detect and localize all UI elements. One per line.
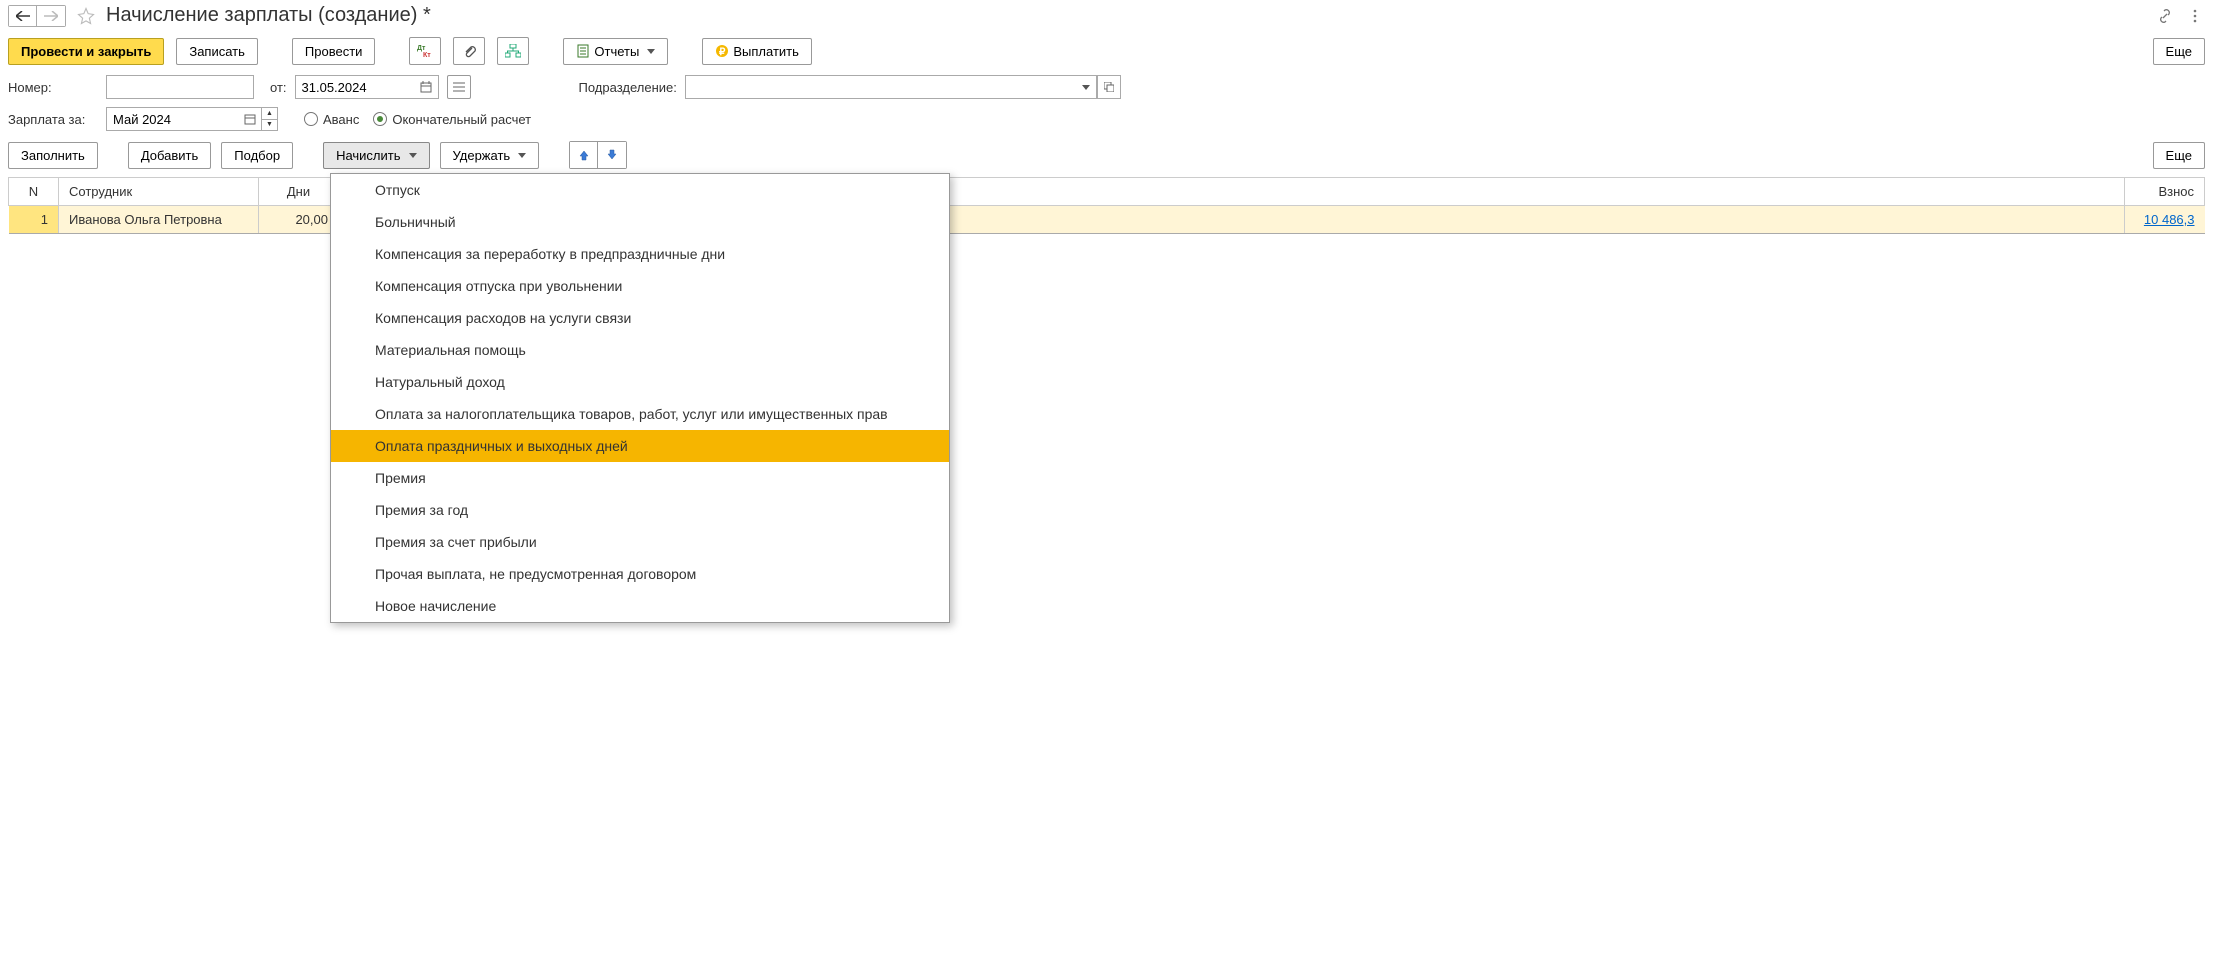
page-title: Начисление зарплаты (создание) *	[106, 4, 2149, 27]
calendar-icon-2[interactable]	[238, 107, 262, 131]
dropdown-item[interactable]: Оплата праздничных и выходных дней	[331, 430, 949, 462]
withhold-button[interactable]: Удержать	[440, 142, 540, 169]
calendar-icon[interactable]	[415, 75, 439, 99]
dropdown-item[interactable]: Прочая выплата, не предусмотренная догов…	[331, 558, 949, 590]
dropdown-item[interactable]: Компенсация отпуска при увольнении	[331, 270, 949, 302]
advance-radio[interactable]: Аванс	[304, 112, 359, 127]
period-input[interactable]	[106, 107, 238, 131]
forward-button[interactable]	[37, 6, 65, 26]
cell-days: 20,00	[259, 206, 339, 234]
salary-for-label: Зарплата за:	[8, 112, 98, 127]
link-icon[interactable]	[2155, 6, 2175, 26]
back-button[interactable]	[9, 6, 37, 26]
col-employee[interactable]: Сотрудник	[59, 178, 259, 206]
svg-text:Дт: Дт	[417, 45, 426, 52]
spinner-down-icon[interactable]: ▼	[262, 120, 277, 131]
fill-button[interactable]: Заполнить	[8, 142, 98, 169]
chevron-down-icon	[518, 153, 526, 158]
number-label: Номер:	[8, 80, 98, 95]
dropdown-item[interactable]: Новое начисление	[331, 590, 949, 622]
pay-button[interactable]: ₽ Выплатить	[702, 38, 812, 65]
accrue-button[interactable]: Начислить	[323, 142, 429, 169]
add-button[interactable]: Добавить	[128, 142, 211, 169]
col-n[interactable]: N	[9, 178, 59, 206]
save-button[interactable]: Записать	[176, 38, 258, 65]
move-buttons	[569, 141, 627, 169]
dtkt-icon[interactable]: ДтКт	[409, 37, 441, 65]
chevron-down-icon	[409, 153, 417, 158]
more-button-1[interactable]: Еще	[2153, 38, 2205, 65]
dropdown-item[interactable]: Премия	[331, 462, 949, 494]
reports-label: Отчеты	[594, 44, 639, 59]
open-icon[interactable]	[1097, 75, 1121, 99]
department-input[interactable]	[685, 75, 1073, 99]
from-label: от:	[270, 80, 287, 95]
period-spinner[interactable]: ▲ ▼	[262, 107, 278, 131]
radio-checked-icon	[373, 112, 387, 126]
spinner-up-icon[interactable]: ▲	[262, 108, 277, 120]
advance-label: Аванс	[323, 112, 359, 127]
col-contrib[interactable]: Взнос	[2125, 178, 2205, 206]
post-and-close-button[interactable]: Провести и закрыть	[8, 38, 164, 65]
attach-icon[interactable]	[453, 37, 485, 65]
dropdown-item[interactable]: Натуральный доход	[331, 366, 949, 398]
date-input[interactable]	[295, 75, 415, 99]
radio-icon	[304, 112, 318, 126]
dropdown-item[interactable]: Отпуск	[331, 174, 949, 206]
cell-employee: Иванова Ольга Петровна	[59, 206, 259, 234]
dropdown-item[interactable]: Материальная помощь	[331, 334, 949, 366]
dropdown-item[interactable]: Больничный	[331, 206, 949, 238]
number-input[interactable]	[106, 75, 254, 99]
nav-buttons	[8, 5, 66, 27]
dropdown-item[interactable]: Компенсация расходов на услуги связи	[331, 302, 949, 334]
ruble-icon: ₽	[715, 44, 729, 58]
final-radio[interactable]: Окончательный расчет	[373, 112, 531, 127]
favorite-icon[interactable]	[76, 6, 96, 26]
cell-n: 1	[9, 206, 59, 234]
structure-icon[interactable]	[497, 37, 529, 65]
more-vertical-icon[interactable]	[2185, 6, 2205, 26]
department-label: Подразделение:	[579, 80, 677, 95]
final-label: Окончательный расчет	[392, 112, 531, 127]
cell-contrib[interactable]: 10 486,3	[2125, 206, 2205, 234]
dropdown-item[interactable]: Премия за год	[331, 494, 949, 526]
accrue-dropdown: ОтпускБольничныйКомпенсация за переработ…	[330, 173, 950, 623]
move-up-button[interactable]	[570, 142, 598, 168]
move-down-button[interactable]	[598, 142, 626, 168]
svg-text:₽: ₽	[719, 47, 726, 58]
document-icon	[576, 44, 590, 58]
dropdown-item[interactable]: Компенсация за переработку в предпраздни…	[331, 238, 949, 270]
chevron-down-icon	[647, 49, 655, 54]
col-days[interactable]: Дни	[259, 178, 339, 206]
dropdown-item[interactable]: Оплата за налогоплательщика товаров, раб…	[331, 398, 949, 430]
pay-label: Выплатить	[733, 44, 799, 59]
pick-button[interactable]: Подбор	[221, 142, 293, 169]
accrue-label: Начислить	[336, 148, 400, 163]
dropdown-icon[interactable]	[1073, 75, 1097, 99]
more-button-2[interactable]: Еще	[2153, 142, 2205, 169]
withhold-label: Удержать	[453, 148, 511, 163]
post-button[interactable]: Провести	[292, 38, 376, 65]
svg-text:Кт: Кт	[423, 52, 431, 58]
dropdown-item[interactable]: Премия за счет прибыли	[331, 526, 949, 558]
list-icon[interactable]	[447, 75, 471, 99]
reports-button[interactable]: Отчеты	[563, 38, 668, 65]
